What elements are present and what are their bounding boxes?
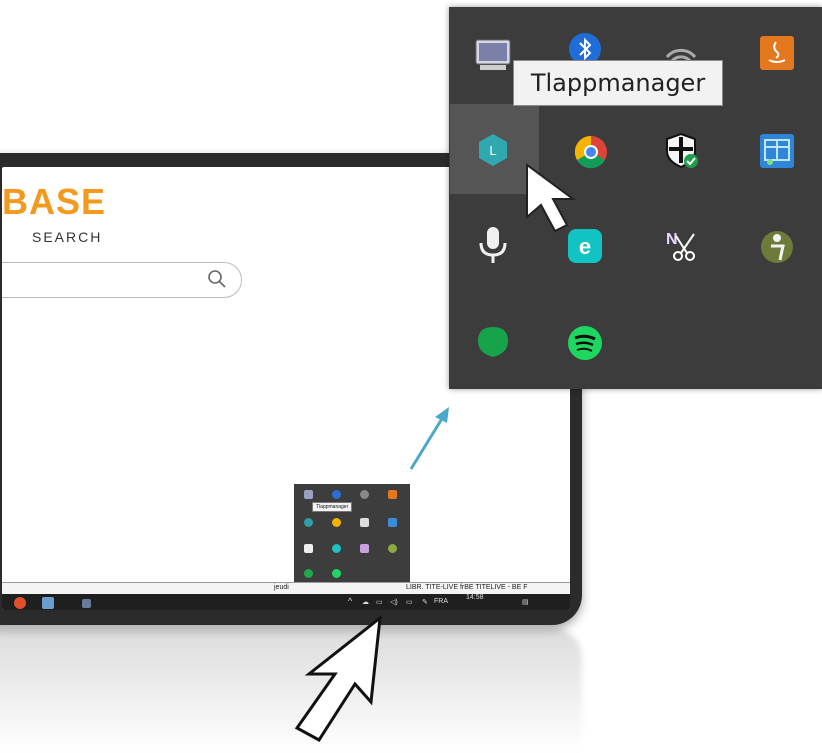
svg-text:N: N (666, 231, 678, 248)
accessibility-icon[interactable] (757, 227, 797, 267)
green-balloon-icon[interactable] (473, 322, 513, 362)
svg-text:L: L (489, 143, 496, 158)
app-icon-gamepad[interactable] (82, 599, 91, 608)
spotify-icon[interactable] (332, 569, 341, 578)
onenote-clipper-icon[interactable] (360, 544, 369, 553)
pen-icon[interactable]: ✎ (422, 598, 428, 606)
eset-icon[interactable] (332, 544, 341, 553)
base-logo: BASE (2, 181, 107, 222)
security-shield-icon[interactable] (661, 130, 701, 170)
notifications-icon[interactable]: ▤ (522, 598, 529, 606)
mouse-pointer-icon (526, 163, 577, 233)
app-icon-red[interactable] (14, 597, 26, 609)
tray-overflow-popup: Tlappmanager L e N (449, 7, 822, 389)
tlappmanager-icon[interactable] (304, 518, 313, 527)
network-icon[interactable]: ▭ (376, 598, 383, 606)
java-icon[interactable] (388, 490, 397, 499)
tray-chevron-icon[interactable]: ^ (348, 596, 352, 606)
green-balloon-icon[interactable] (304, 569, 313, 578)
network-grid-icon[interactable] (388, 518, 397, 527)
tooltip: Tlappmanager (513, 60, 723, 106)
volume-icon[interactable]: ◁) (390, 598, 398, 606)
language-indicator[interactable]: FRA (434, 598, 448, 605)
search-icon[interactable] (207, 269, 227, 289)
microphone-icon[interactable] (304, 544, 313, 553)
monitor-icon[interactable] (304, 490, 313, 499)
clock[interactable]: 14:58 (466, 594, 484, 601)
tray-overflow-popup-small: Tlappmanager (294, 484, 410, 586)
app-icon-photos[interactable] (42, 597, 54, 609)
status-document-title: LIBR. TITE-LIVE frBE TITELIVE - BE F (406, 584, 528, 591)
zoom-connector-arrow (409, 407, 449, 470)
taskbar: ^ ☁ ▭ ◁) ▭ ✎ FRA 14:58 ▤ (2, 594, 570, 610)
monitor-icon[interactable] (473, 35, 513, 75)
bluetooth-icon[interactable] (332, 490, 341, 499)
microphone-icon[interactable] (473, 225, 513, 265)
wifi-icon[interactable] (360, 490, 369, 499)
tlappmanager-icon[interactable]: L (473, 130, 513, 170)
java-icon[interactable] (757, 33, 797, 73)
tooltip-small: Tlappmanager (312, 502, 353, 512)
onenote-clipper-icon[interactable]: N (661, 225, 701, 265)
spotify-icon[interactable] (565, 323, 605, 363)
search-input[interactable] (2, 262, 242, 298)
base-logo-subtitle: SEARCH (32, 229, 103, 245)
status-date: jeudi (274, 584, 289, 591)
display-icon[interactable]: ▭ (406, 598, 413, 606)
large-pointer-arrow-icon (294, 614, 382, 742)
security-shield-icon[interactable] (360, 518, 369, 527)
accessibility-icon[interactable] (388, 544, 397, 553)
network-grid-icon[interactable] (757, 131, 797, 171)
chrome-icon[interactable] (332, 518, 341, 527)
onedrive-icon[interactable]: ☁ (362, 598, 369, 606)
